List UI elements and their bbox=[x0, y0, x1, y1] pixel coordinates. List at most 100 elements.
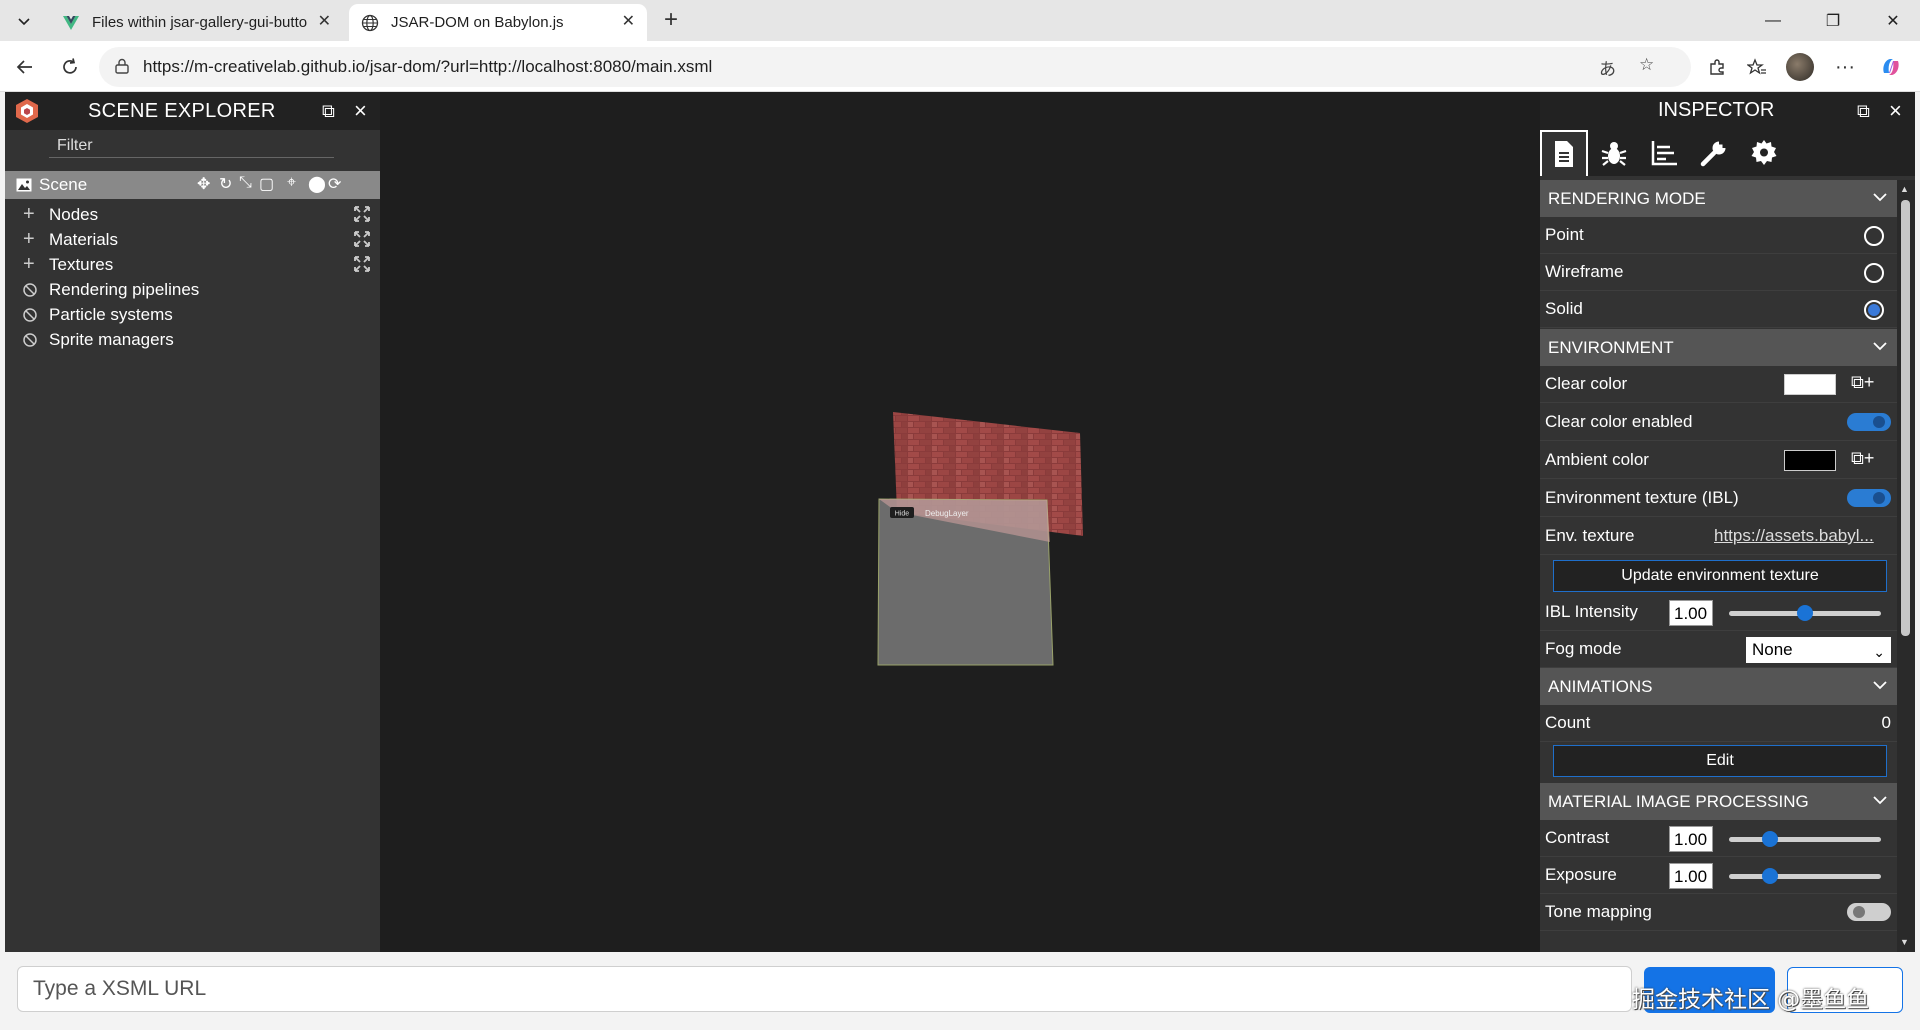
env-texture-row: Env. texture https://assets.babyl... bbox=[1540, 518, 1897, 555]
inspector-scrollbar[interactable]: ▲ ▼ bbox=[1897, 180, 1915, 952]
section-title: ANIMATIONS bbox=[1548, 677, 1653, 696]
favorites-button[interactable] bbox=[1740, 51, 1774, 83]
tab-settings[interactable] bbox=[1740, 130, 1788, 176]
contrast-input[interactable]: 1.00 bbox=[1669, 826, 1713, 852]
slider-thumb[interactable] bbox=[1797, 605, 1813, 621]
more-menu-button[interactable]: ··· bbox=[1828, 51, 1862, 83]
section-material-image-processing[interactable]: MATERIAL IMAGE PROCESSING bbox=[1540, 783, 1897, 820]
tab-strip: Files within jsar-gallery-gui-butto ✕ JS… bbox=[0, 0, 1920, 41]
ambient-color-label: Ambient color bbox=[1545, 450, 1649, 469]
contrast-slider[interactable] bbox=[1729, 831, 1881, 847]
translate-gizmo-icon[interactable]: ✥ bbox=[197, 174, 210, 194]
tab-actions-button[interactable] bbox=[6, 7, 41, 34]
rotate-gizmo-icon[interactable]: ↻ bbox=[219, 174, 232, 194]
clear-color-swatch[interactable] bbox=[1784, 374, 1836, 395]
radio-row-wireframe[interactable]: Wireframe bbox=[1540, 254, 1897, 291]
expand-plus-icon[interactable]: + bbox=[23, 203, 35, 226]
tree-item-label: Nodes bbox=[49, 205, 99, 224]
slider-thumb[interactable] bbox=[1762, 868, 1779, 884]
ibl-intensity-slider[interactable] bbox=[1729, 605, 1881, 621]
env-texture-link[interactable]: https://assets.babyl... bbox=[1714, 526, 1889, 546]
chevron-down-icon bbox=[1873, 681, 1887, 690]
favorite-star-icon[interactable]: ☆ bbox=[1639, 55, 1654, 75]
radio-row-solid[interactable]: Solid bbox=[1540, 291, 1897, 328]
fog-mode-row: Fog mode None ⌄ bbox=[1540, 631, 1897, 668]
scroll-up-icon[interactable]: ▲ bbox=[1900, 184, 1909, 194]
copy-add-icon[interactable]: ⧉+ bbox=[1851, 448, 1874, 469]
radio-row-point[interactable]: Point bbox=[1540, 217, 1897, 254]
address-bar[interactable]: https://m-creativelab.github.io/jsar-dom… bbox=[99, 47, 1691, 87]
radio-wireframe[interactable] bbox=[1864, 263, 1884, 283]
expand-all-icon[interactable] bbox=[354, 256, 370, 272]
bounding-box-gizmo-icon[interactable]: ▢ bbox=[259, 174, 274, 194]
tab-tools[interactable] bbox=[1690, 130, 1738, 176]
scale-gizmo-icon[interactable]: ⤡ bbox=[239, 174, 252, 192]
copilot-button[interactable] bbox=[1874, 51, 1908, 83]
section-environment[interactable]: ENVIRONMENT bbox=[1540, 329, 1897, 366]
close-icon[interactable]: × bbox=[1889, 98, 1902, 124]
slider-thumb[interactable] bbox=[1762, 831, 1779, 847]
map-marker-icon[interactable]: ⬤ bbox=[308, 174, 326, 194]
option-label: Wireframe bbox=[1545, 262, 1624, 281]
tree-item-sprite-managers[interactable]: Sprite managers bbox=[5, 325, 380, 355]
edit-animations-button[interactable]: Edit bbox=[1553, 745, 1887, 777]
env-texture-ibl-toggle[interactable] bbox=[1847, 489, 1891, 507]
close-tab-icon[interactable]: ✕ bbox=[318, 14, 331, 30]
refresh-button[interactable] bbox=[53, 51, 87, 83]
tab-properties[interactable] bbox=[1540, 130, 1588, 176]
extensions-button[interactable] bbox=[1700, 51, 1734, 83]
tab-jsar-dom[interactable]: JSAR-DOM on Babylon.js ✕ bbox=[349, 4, 647, 41]
scene-tree-root[interactable]: Scene ✥ ↻ ⤡ ▢ ⌖ ⬤ ⟳ bbox=[5, 171, 380, 199]
scroll-down-icon[interactable]: ▼ bbox=[1900, 937, 1909, 947]
radio-point[interactable] bbox=[1864, 226, 1884, 246]
exposure-input[interactable]: 1.00 bbox=[1669, 863, 1713, 889]
profile-avatar[interactable] bbox=[1786, 53, 1814, 81]
scrollbar-thumb[interactable] bbox=[1901, 200, 1910, 636]
close-icon[interactable]: × bbox=[354, 98, 367, 124]
pick-crosshair-icon[interactable]: ⌖ bbox=[287, 174, 296, 192]
browser-toolbar: https://m-creativelab.github.io/jsar-dom… bbox=[0, 41, 1920, 92]
back-button[interactable] bbox=[8, 51, 42, 83]
xsml-url-input[interactable] bbox=[17, 966, 1632, 1012]
ban-icon bbox=[23, 308, 37, 322]
expand-plus-icon[interactable]: + bbox=[23, 253, 35, 276]
ibl-intensity-input[interactable]: 1.00 bbox=[1669, 600, 1713, 626]
site-info-icon[interactable] bbox=[113, 57, 131, 75]
clear-color-enabled-toggle[interactable] bbox=[1847, 413, 1891, 431]
update-environment-texture-button[interactable]: Update environment texture bbox=[1553, 560, 1887, 592]
animations-count-row: Count 0 bbox=[1540, 705, 1897, 742]
chevron-down-icon bbox=[1873, 342, 1887, 351]
tab-debug[interactable] bbox=[1590, 130, 1638, 176]
ambient-color-swatch[interactable] bbox=[1784, 450, 1836, 471]
filter-input[interactable] bbox=[49, 134, 334, 158]
section-animations[interactable]: ANIMATIONS bbox=[1540, 668, 1897, 705]
expand-all-icon[interactable] bbox=[354, 231, 370, 247]
tab-statistics[interactable] bbox=[1640, 130, 1688, 176]
translate-icon[interactable]: あ bbox=[1599, 55, 1616, 80]
tab-files[interactable]: Files within jsar-gallery-gui-butto ✕ bbox=[50, 4, 343, 41]
popout-icon[interactable]: ⧉ bbox=[322, 101, 335, 122]
3d-viewport[interactable]: Hide DebugLayer bbox=[380, 92, 1540, 952]
expand-plus-icon[interactable]: + bbox=[23, 228, 35, 251]
babylon-logo-icon bbox=[16, 99, 38, 123]
section-rendering-mode[interactable]: RENDERING MODE bbox=[1540, 180, 1897, 217]
new-tab-button[interactable]: + bbox=[656, 7, 686, 35]
minimize-button[interactable]: — bbox=[1746, 0, 1800, 41]
ban-icon bbox=[23, 283, 37, 297]
popout-icon[interactable]: ⧉ bbox=[1857, 101, 1870, 122]
section-title: ENVIRONMENT bbox=[1548, 338, 1674, 357]
exposure-slider[interactable] bbox=[1729, 868, 1881, 884]
chevron-down-icon: ⌄ bbox=[1873, 644, 1885, 660]
window-close-button[interactable]: ✕ bbox=[1866, 0, 1920, 41]
fog-mode-label: Fog mode bbox=[1545, 639, 1622, 658]
tone-mapping-toggle[interactable] bbox=[1847, 903, 1891, 921]
copilot-icon bbox=[1883, 59, 1899, 75]
fog-mode-select[interactable]: None ⌄ bbox=[1746, 637, 1891, 663]
sync-icon[interactable]: ⟳ bbox=[328, 174, 341, 194]
expand-all-icon[interactable] bbox=[354, 206, 370, 222]
maximize-button[interactable]: ❐ bbox=[1806, 0, 1860, 41]
close-tab-icon[interactable]: ✕ bbox=[622, 14, 635, 30]
radio-solid[interactable] bbox=[1864, 300, 1884, 320]
copy-add-icon[interactable]: ⧉+ bbox=[1851, 372, 1874, 393]
vue-logo-icon bbox=[63, 15, 79, 30]
